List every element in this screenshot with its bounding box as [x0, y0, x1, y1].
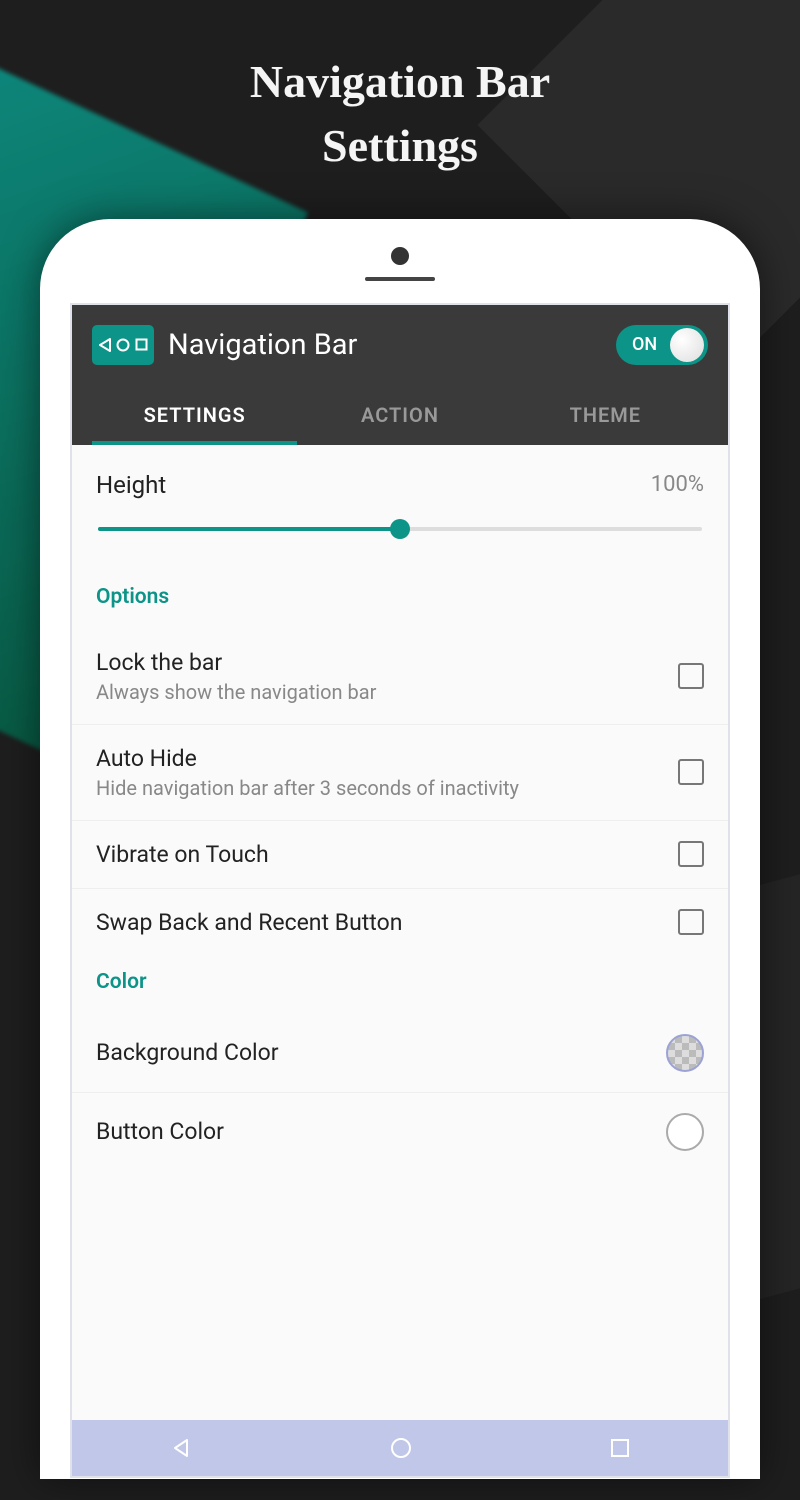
promo-title-line2: Settings — [0, 114, 800, 178]
tab-bar: SETTINGS ACTION THEME — [92, 389, 708, 445]
setting-text: Auto Hide Hide navigation bar after 3 se… — [96, 745, 678, 800]
background-color-swatch[interactable] — [666, 1034, 704, 1072]
setting-auto-hide[interactable]: Auto Hide Hide navigation bar after 3 se… — [72, 725, 728, 821]
app-header: Navigation Bar ON SETTINGS ACTION THEME — [72, 305, 728, 445]
setting-text: Background Color — [96, 1039, 666, 1066]
tab-theme[interactable]: THEME — [503, 389, 708, 445]
app-header-left: Navigation Bar — [92, 325, 357, 365]
height-value: 100% — [651, 472, 704, 497]
setting-title: Swap Back and Recent Button — [96, 909, 678, 936]
nav-home-icon[interactable] — [389, 1436, 413, 1460]
height-label: Height — [96, 471, 166, 499]
phone-speaker — [365, 277, 435, 281]
setting-title: Button Color — [96, 1118, 666, 1145]
setting-title: Auto Hide — [96, 745, 678, 772]
button-color-swatch[interactable] — [666, 1113, 704, 1151]
setting-subtitle: Always show the navigation bar — [96, 680, 678, 704]
toggle-on-label: ON — [632, 334, 657, 355]
phone-frame: Navigation Bar ON SETTINGS ACTION THEME … — [40, 219, 760, 1479]
triangle-back-icon — [99, 338, 111, 352]
phone-camera — [391, 247, 409, 265]
toggle-knob — [670, 328, 704, 362]
tab-action[interactable]: ACTION — [297, 389, 502, 445]
promo-title-line1: Navigation Bar — [0, 50, 800, 114]
checkbox-lock-bar[interactable] — [678, 663, 704, 689]
nav-recent-icon[interactable] — [610, 1438, 630, 1458]
checkbox-auto-hide[interactable] — [678, 759, 704, 785]
app-header-top: Navigation Bar ON — [92, 325, 708, 389]
setting-text: Swap Back and Recent Button — [96, 909, 678, 936]
checkbox-swap[interactable] — [678, 909, 704, 935]
setting-subtitle: Hide navigation bar after 3 seconds of i… — [96, 776, 678, 800]
setting-text: Button Color — [96, 1118, 666, 1145]
setting-background-color[interactable]: Background Color — [72, 1014, 728, 1093]
setting-title: Background Color — [96, 1039, 666, 1066]
setting-swap-buttons[interactable]: Swap Back and Recent Button — [72, 889, 728, 956]
nav-back-icon[interactable] — [170, 1437, 192, 1459]
slider-fill — [98, 527, 400, 531]
promo-title: Navigation Bar Settings — [0, 0, 800, 179]
slider-thumb[interactable] — [390, 519, 410, 539]
color-section-header: Color — [72, 956, 728, 1014]
checkbox-vibrate[interactable] — [678, 841, 704, 867]
system-navigation-bar — [72, 1420, 728, 1476]
setting-text: Lock the bar Always show the navigation … — [96, 649, 678, 704]
setting-vibrate[interactable]: Vibrate on Touch — [72, 821, 728, 889]
app-title: Navigation Bar — [168, 328, 357, 362]
height-slider-header: Height 100% — [96, 471, 704, 499]
tab-settings[interactable]: SETTINGS — [92, 389, 297, 445]
setting-title: Lock the bar — [96, 649, 678, 676]
setting-lock-bar[interactable]: Lock the bar Always show the navigation … — [72, 629, 728, 725]
height-slider-section: Height 100% — [72, 471, 728, 571]
options-section-header: Options — [72, 571, 728, 629]
setting-text: Vibrate on Touch — [96, 841, 678, 868]
square-recent-icon — [135, 338, 148, 351]
circle-home-icon — [116, 338, 130, 352]
master-toggle[interactable]: ON — [616, 325, 708, 365]
app-screen: Navigation Bar ON SETTINGS ACTION THEME … — [70, 303, 730, 1478]
setting-title: Vibrate on Touch — [96, 841, 678, 868]
app-icon — [92, 325, 154, 365]
setting-button-color[interactable]: Button Color — [72, 1093, 728, 1171]
settings-content: Height 100% Options Lock the bar Always … — [72, 445, 728, 1171]
height-slider[interactable] — [98, 527, 702, 531]
